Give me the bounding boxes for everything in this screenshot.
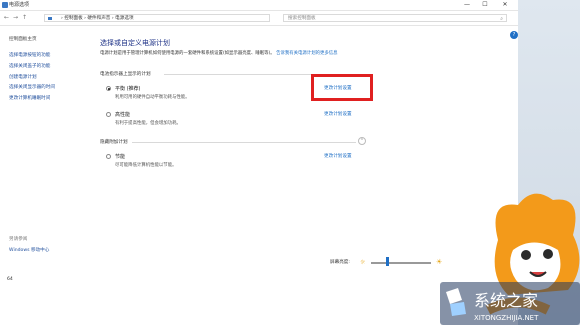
section-battery-plans: 电池指示器上显示的计划: [100, 72, 151, 77]
chevron-up-icon[interactable]: ⌃: [358, 137, 366, 145]
up-arrow-icon[interactable]: ↑: [22, 14, 27, 22]
brightness-label: 屏幕亮度:: [330, 260, 350, 265]
radio-power-saver[interactable]: [106, 154, 111, 159]
brightness-slider-thumb[interactable]: [386, 257, 389, 266]
highlight-box: [311, 74, 373, 101]
section-hide-plans: 隐藏附加计划: [100, 140, 128, 145]
left-navigation: 控制面板主页 选择电源按钮的功能 选择关闭盖子的功能 创建电源计划 选择关闭显示…: [0, 26, 92, 270]
plan-balanced-desc: 利用可用的硬件自动平衡功耗与性能。: [115, 95, 190, 100]
page-title: 选择或自定义电源计划: [100, 39, 170, 47]
brightness-slider[interactable]: [371, 262, 431, 264]
nav-item-sleep[interactable]: 更改计算机睡眠时间: [9, 96, 50, 102]
sun-dim-icon: ☼: [360, 259, 366, 266]
radio-high-performance[interactable]: [106, 112, 111, 117]
nav-item-power-button[interactable]: 选择电源按钮的功能: [9, 53, 50, 59]
change-plan-settings-saver[interactable]: 更改计划设置: [324, 153, 352, 159]
search-placeholder: 搜索控制面板: [288, 16, 316, 21]
address-bar-row: ← → ↑ › 控制面板 › 硬件和声音 › 电源选项 搜索控制面板 ⌕: [0, 11, 518, 26]
page-description: 电源计划是用于管理计算机如何使用电源的一套硬件和系统设置(如显示器亮度、睡眠等)…: [100, 51, 375, 57]
address-bar[interactable]: › 控制面板 › 硬件和声音 › 电源选项: [44, 14, 270, 22]
control-panel-icon: [48, 17, 52, 20]
plan-balanced-name: 平衡 (推荐): [115, 86, 141, 92]
search-icon: ⌕: [500, 16, 503, 22]
power-options-icon: [2, 2, 8, 8]
address-path: › 控制面板 › 硬件和声音 › 电源选项: [61, 16, 134, 21]
close-button[interactable]: ✕: [498, 0, 512, 10]
back-arrow-icon[interactable]: ←: [4, 14, 9, 22]
main-content: 选择或自定义电源计划 电源计划是用于管理计算机如何使用电源的一套硬件和系统设置(…: [92, 26, 518, 270]
see-also-title: 另请参阅: [9, 237, 28, 242]
nav-item-create-plan[interactable]: 创建电源计划: [9, 75, 37, 81]
nav-item-lid[interactable]: 选择关闭盖子的功能: [9, 64, 50, 70]
control-panel-home-link[interactable]: 控制面板主页: [9, 37, 37, 43]
search-input[interactable]: 搜索控制面板 ⌕: [283, 14, 507, 22]
watermark-url: XITONGZHIJIA.NET: [474, 314, 539, 322]
plan-power-saver-desc: 尽可能降低计算机性能以节能。: [115, 163, 177, 168]
radio-balanced[interactable]: [106, 86, 111, 91]
maximize-button[interactable]: ☐: [478, 0, 492, 10]
brightness-bar: 屏幕亮度: ☼ ☀: [0, 254, 518, 270]
plan-high-performance-name: 高性能: [115, 112, 131, 118]
learn-more-link[interactable]: 告诉我有关电源计划的更多信息: [276, 51, 337, 56]
nav-item-display-off[interactable]: 选择关闭显示器的时间: [9, 85, 55, 91]
plan-high-performance-desc: 有利于提高性能，但会增加功耗。: [115, 121, 181, 126]
watermark-text: 系统之家: [474, 291, 538, 310]
window-title: 电源选项: [9, 2, 30, 8]
page-number: 64: [7, 277, 13, 282]
change-plan-settings-high[interactable]: 更改计划设置: [324, 111, 352, 117]
minimize-button[interactable]: —: [460, 0, 474, 10]
plan-power-saver-name: 节能: [115, 154, 126, 160]
title-bar: 电源选项 — ☐ ✕: [0, 0, 518, 11]
sun-bright-icon: ☀: [436, 258, 443, 266]
divider: [132, 142, 356, 143]
watermark-logo: 系统之家 XITONGZHIJIA.NET: [440, 282, 580, 325]
forward-arrow-icon[interactable]: →: [13, 14, 18, 22]
description-text: 电源计划是用于管理计算机如何使用电源的一套硬件和系统设置(如显示器亮度、睡眠等)…: [100, 51, 275, 56]
power-options-window: 电源选项 — ☐ ✕ ← → ↑ › 控制面板 › 硬件和声音 › 电源选项 搜…: [0, 0, 518, 270]
